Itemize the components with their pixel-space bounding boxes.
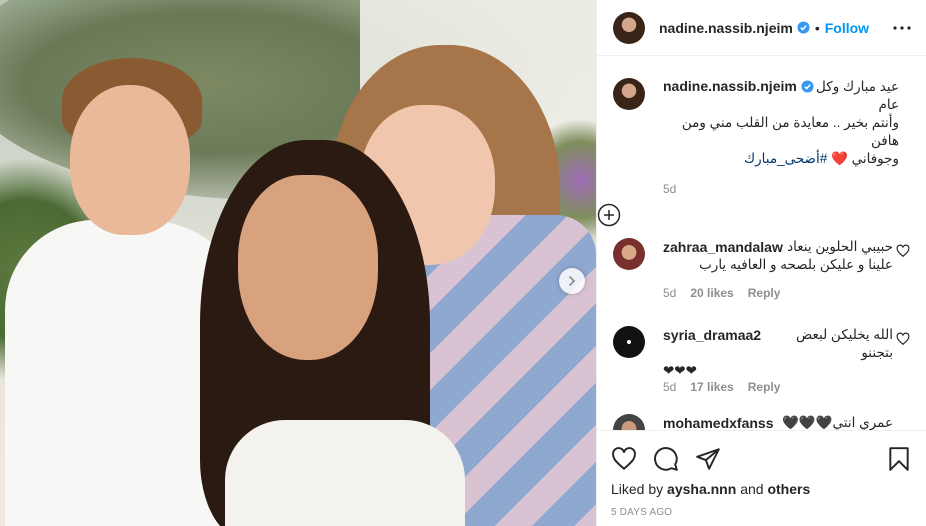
- reply-button[interactable]: Reply: [748, 286, 781, 300]
- comment-item: mohamedxfanss عمري انتي🖤🖤🖤: [613, 414, 910, 430]
- comment-avatar[interactable]: [613, 238, 645, 270]
- share-icon[interactable]: [695, 446, 721, 472]
- comment-body: mohamedxfanss عمري انتي🖤🖤🖤: [663, 414, 893, 430]
- heart-icon[interactable]: [896, 332, 910, 346]
- load-more-wrapper: [597, 183, 926, 232]
- post-actions: Liked by aysha.nnn and others 5 DAYS AGO: [597, 430, 926, 518]
- comment-likes[interactable]: 20 likes: [690, 286, 733, 300]
- verified-badge-icon: [801, 79, 814, 93]
- caption-first-line: nadine.nassib.njeim عيد مبارك وكل عام: [663, 78, 899, 114]
- heart-icon[interactable]: [896, 244, 910, 258]
- comment-username[interactable]: zahraa_mandalaw: [663, 238, 783, 256]
- comment-age: 5d: [663, 286, 677, 300]
- reply-button[interactable]: Reply: [748, 380, 781, 394]
- heart-icon[interactable]: [611, 446, 637, 472]
- caption-body: nadine.nassib.njeim عيد مبارك وكل عام وأ…: [663, 78, 899, 196]
- comment-age: 5d: [663, 380, 677, 394]
- caption-user: nadine.nassib.njeim: [663, 78, 814, 94]
- photo-mother-top: [225, 420, 465, 526]
- comment-meta: 5d 20 likes Reply: [663, 286, 893, 300]
- comment-item: syria_dramaa2 الله يخليكن لبعض بتجننو ❤❤…: [613, 326, 910, 394]
- caption-text-line3-prefix: وجوفاني ❤️: [827, 151, 899, 166]
- liked-by: Liked by aysha.nnn and others: [611, 481, 912, 497]
- comment-first-line: zahraa_mandalaw حبيبي الحلوين ينعاد: [663, 238, 893, 256]
- comment-likes[interactable]: 17 likes: [690, 380, 733, 394]
- comment-text-line1: الله يخليكن لبعض بتجننو: [795, 327, 893, 360]
- chevron-right-icon: [569, 276, 576, 286]
- comment-text-line2: علينا و عليكن بلصحه و العافيه يارب: [699, 257, 893, 272]
- comment-meta: 5d 17 likes Reply: [663, 380, 893, 394]
- avatar[interactable]: [613, 11, 645, 44]
- liked-by-user[interactable]: aysha.nnn: [667, 481, 736, 497]
- load-more-comments-icon[interactable]: [597, 203, 621, 227]
- next-photo-button[interactable]: [559, 268, 585, 294]
- comment-username[interactable]: syria_dramaa2: [663, 326, 761, 362]
- caption-username[interactable]: nadine.nassib.njeim: [663, 78, 797, 94]
- comment-first-line: mohamedxfanss عمري انتي🖤🖤🖤: [663, 414, 893, 430]
- comments-list[interactable]: nadine.nassib.njeim عيد مبارك وكل عام وأ…: [597, 56, 926, 430]
- verified-badge-icon: [797, 21, 810, 34]
- liked-by-and: and: [740, 481, 764, 497]
- header-username[interactable]: nadine.nassib.njeim: [659, 20, 793, 36]
- comment-body: zahraa_mandalaw حبيبي الحلوين ينعاد علين…: [663, 238, 893, 300]
- more-options-icon: [893, 25, 911, 30]
- caption-text-line2: وأنتم بخير .. معايدة من القلب مني ومن ها…: [681, 115, 899, 148]
- comment-item: zahraa_mandalaw حبيبي الحلوين ينعاد علين…: [613, 238, 910, 300]
- follow-button[interactable]: Follow: [825, 20, 869, 36]
- caption-text-line3: وجوفاني ❤️ #أضحى_مبارك: [663, 150, 899, 168]
- post-side-panel: nadine.nassib.njeim • Follow nadine.nass…: [596, 0, 926, 526]
- more-options-button[interactable]: [892, 18, 912, 38]
- post-header: nadine.nassib.njeim • Follow: [597, 0, 926, 56]
- comment-avatar[interactable]: [613, 326, 645, 358]
- comment-avatar[interactable]: [613, 414, 645, 430]
- liked-by-prefix: Liked by: [611, 481, 664, 497]
- header-separator: •: [814, 19, 820, 36]
- caption-text-line1: عيد مبارك وكل عام: [816, 79, 899, 112]
- comment-text-line1: حبيبي الحلوين ينعاد: [787, 239, 893, 254]
- post-caption: nadine.nassib.njeim عيد مبارك وكل عام وأ…: [597, 56, 926, 196]
- comment-hearts: ❤❤❤: [663, 363, 697, 378]
- comment-icon[interactable]: [653, 446, 679, 472]
- comment-body: syria_dramaa2 الله يخليكن لبعض بتجننو ❤❤…: [663, 326, 893, 394]
- photo-boy-face: [70, 85, 190, 235]
- hashtag-link[interactable]: #أضحى_مبارك: [744, 151, 827, 166]
- caption-avatar[interactable]: [613, 78, 645, 110]
- header-user: nadine.nassib.njeim • Follow: [659, 20, 869, 36]
- post-photo[interactable]: [0, 0, 596, 526]
- comment-first-line: syria_dramaa2 الله يخليكن لبعض بتجننو: [663, 326, 893, 362]
- save-icon[interactable]: [886, 446, 912, 472]
- comment-text-line1: عمري انتي🖤🖤🖤: [782, 415, 893, 430]
- liked-by-others[interactable]: others: [767, 481, 810, 497]
- post-timestamp[interactable]: 5 DAYS AGO: [611, 507, 912, 518]
- photo-mother-face: [238, 175, 378, 360]
- action-row: [611, 439, 912, 479]
- comment-username[interactable]: mohamedxfanss: [663, 414, 773, 430]
